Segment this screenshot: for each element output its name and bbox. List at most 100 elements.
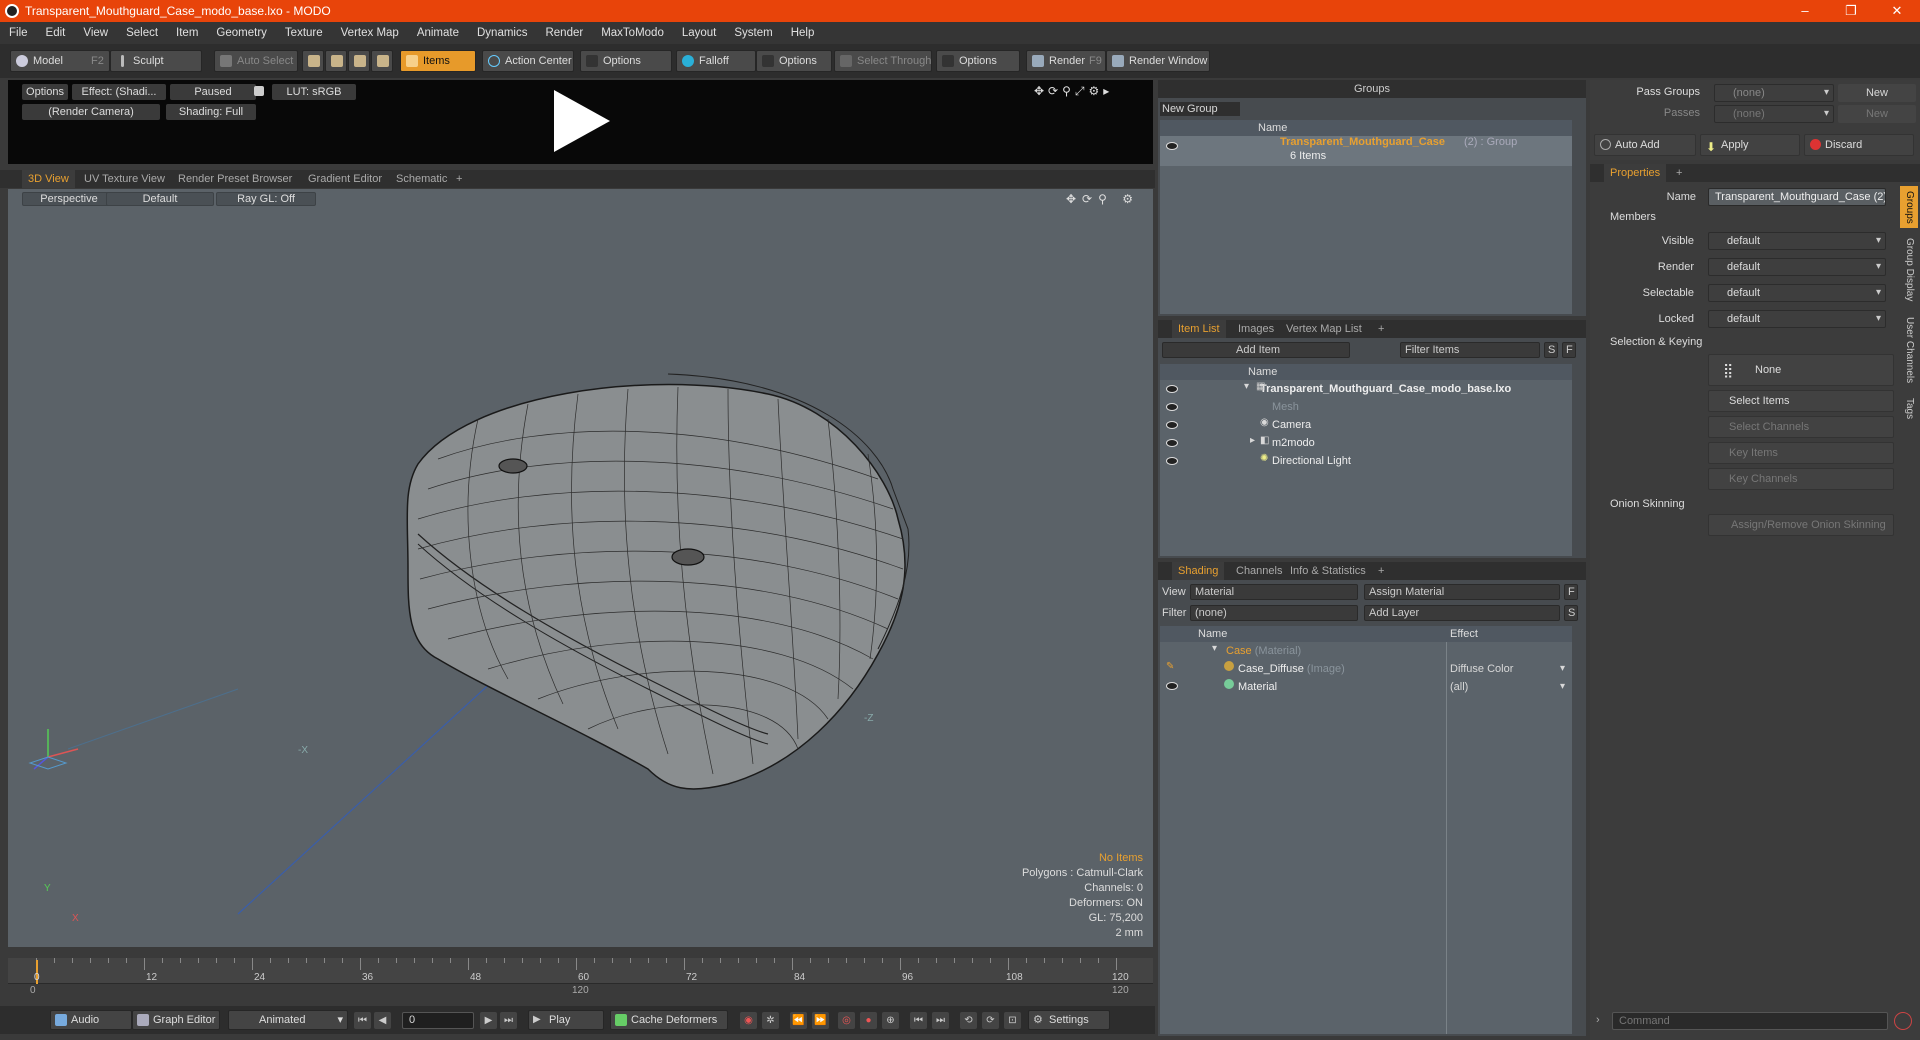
close-button[interactable]: ✕ (1874, 0, 1920, 22)
menu-animate[interactable]: Animate (408, 27, 468, 39)
apply-button[interactable]: ⬇ Apply (1700, 134, 1800, 156)
add-layer-dropdown[interactable]: Add Layer (1364, 605, 1560, 621)
eye-icon[interactable] (1166, 385, 1178, 393)
add-tab-button[interactable]: + (450, 170, 468, 188)
goto-start-icon[interactable]: ⏮ (354, 1012, 371, 1029)
goto-end-icon[interactable]: ⏭ (500, 1012, 517, 1029)
falloff-options-button[interactable]: Options (756, 50, 832, 72)
tab-render-preset-browser[interactable]: Render Preset Browser (172, 170, 298, 188)
key-prev-icon[interactable]: ⏮ (910, 1012, 927, 1029)
graph-editor-button[interactable]: Graph Editor (132, 1010, 220, 1030)
passes-dropdown[interactable]: (none) (1714, 105, 1834, 123)
add-tab-button[interactable]: + (1372, 320, 1390, 338)
items-mode-button[interactable]: Items (400, 50, 476, 72)
eye-icon[interactable] (1166, 439, 1178, 447)
eye-icon[interactable] (1166, 403, 1178, 411)
hud-paused-button[interactable]: Paused (170, 84, 256, 100)
materials-mode-button[interactable] (371, 50, 393, 72)
record-key-icon[interactable]: ◉ (740, 1012, 757, 1029)
stop-icon[interactable] (1894, 1012, 1912, 1030)
edges-mode-button[interactable] (325, 50, 347, 72)
menu-layout[interactable]: Layout (673, 27, 726, 39)
tab-3d-view[interactable]: 3D View (22, 170, 75, 188)
tab-vertex-map-list[interactable]: Vertex Map List (1280, 320, 1368, 338)
locked-dropdown[interactable]: default (1708, 310, 1886, 328)
hud-lut-button[interactable]: LUT: sRGB (272, 84, 356, 100)
visible-dropdown[interactable]: default (1708, 232, 1886, 250)
side-tab-groups[interactable]: Groups (1900, 186, 1918, 228)
prev-key-icon[interactable]: ◀ (374, 1012, 391, 1029)
auto-select-button[interactable]: Auto Select (214, 50, 298, 72)
cache-deformers-button[interactable]: Cache Deformers (610, 1010, 728, 1030)
bounce-icon[interactable]: ⟳ (982, 1012, 999, 1029)
menu-render[interactable]: Render (536, 27, 592, 39)
select-through-options-button[interactable]: Options (936, 50, 1020, 72)
menu-vertex-map[interactable]: Vertex Map (332, 27, 408, 39)
action-center-button[interactable]: Action Center (482, 50, 574, 72)
vertices-mode-button[interactable] (302, 50, 324, 72)
menu-file[interactable]: File (0, 27, 37, 39)
filter-s-button[interactable]: S (1544, 342, 1558, 358)
hud-effect-button[interactable]: Effect: (Shadi... (72, 84, 166, 100)
tab-images[interactable]: Images (1232, 320, 1280, 338)
expand-icon[interactable]: ▾ (1244, 381, 1249, 392)
selectable-dropdown[interactable]: default (1708, 284, 1886, 302)
filter-f-button[interactable]: F (1562, 342, 1576, 358)
menu-item[interactable]: Item (167, 27, 207, 39)
side-tab-group-display[interactable]: Group Display (1900, 232, 1918, 308)
range-icon[interactable]: ⊡ (1004, 1012, 1021, 1029)
expand-icon[interactable]: ▾ (1212, 643, 1217, 654)
filter-items-input[interactable]: Filter Items (1400, 342, 1540, 358)
discard-button[interactable]: Discard (1804, 134, 1914, 156)
settings-button[interactable]: ⚙ Settings (1028, 1010, 1110, 1030)
eye-icon[interactable] (1166, 457, 1178, 465)
shading-f-button[interactable]: F (1564, 584, 1578, 600)
select-channels-button[interactable]: Select Channels (1708, 416, 1894, 438)
diffuse-effect[interactable]: Diffuse Color (1450, 660, 1513, 678)
shader-row-case[interactable]: Case (Material) (1160, 642, 1572, 660)
new-pass-button[interactable]: New (1838, 105, 1916, 123)
chevron-down-icon[interactable]: ▾ (1560, 678, 1565, 696)
menu-dynamics[interactable]: Dynamics (468, 27, 536, 39)
shader-row-material[interactable]: Material (1160, 678, 1572, 696)
tab-uv-texture-view[interactable]: UV Texture View (78, 170, 171, 188)
menu-edit[interactable]: Edit (37, 27, 75, 39)
loop-icon[interactable]: ⟲ (960, 1012, 977, 1029)
play-button[interactable]: ▶ Play (528, 1010, 604, 1030)
none-button[interactable]: ⣿ None (1708, 354, 1894, 386)
tree-row-m2modo[interactable]: m2modo (1160, 434, 1572, 452)
minimize-button[interactable]: – (1782, 0, 1828, 22)
add-tab-button[interactable]: + (1372, 562, 1390, 580)
audio-button[interactable]: Audio (50, 1010, 132, 1030)
timeline[interactable]: 0 12 24 36 48 60 72 84 96 108 120 0 120 … (8, 958, 1153, 1000)
members-section[interactable]: Members (1610, 211, 1656, 223)
tab-info-statistics[interactable]: Info & Statistics (1284, 562, 1372, 580)
collapse-icon[interactable]: ▸ (1250, 435, 1255, 446)
render-button[interactable]: Render F9 (1026, 50, 1106, 72)
group-name[interactable]: Transparent_Mouthguard_Case (1280, 136, 1445, 148)
brush-icon[interactable]: ✎ (1166, 661, 1174, 672)
tree-row-scene[interactable]: Transparent_Mouthguard_Case_modo_base.lx… (1160, 380, 1572, 398)
key-items-button[interactable]: Key Items (1708, 442, 1894, 464)
menu-select[interactable]: Select (117, 27, 167, 39)
group-name-field[interactable]: Transparent_Mouthguard_Case (2) (1708, 188, 1886, 206)
add-tab-button[interactable]: + (1670, 164, 1688, 182)
key-options-icon[interactable]: ⊕ (882, 1012, 899, 1029)
filter-dropdown[interactable]: (none) (1190, 605, 1358, 621)
key-channel-icon[interactable]: ◎ (838, 1012, 855, 1029)
menu-view[interactable]: View (74, 27, 117, 39)
tab-channels[interactable]: Channels (1230, 562, 1288, 580)
sculpt-mode-button[interactable]: Sculpt (110, 50, 202, 72)
eye-icon[interactable] (1166, 682, 1178, 690)
3d-viewport[interactable]: Perspective Default Ray GL: Off ✥⟳⚲ ⚙ -X… (8, 189, 1153, 947)
new-group-button[interactable]: New Group (1160, 102, 1240, 116)
pass-groups-dropdown[interactable]: (none) (1714, 84, 1834, 102)
key-channels-button[interactable]: Key Channels (1708, 468, 1894, 490)
tab-gradient-editor[interactable]: Gradient Editor (302, 170, 388, 188)
play-icon[interactable] (546, 86, 616, 156)
select-through-button[interactable]: Select Through (834, 50, 932, 72)
shading-s-button[interactable]: S (1564, 605, 1578, 621)
assign-material-input[interactable]: Assign Material (1364, 584, 1560, 600)
maximize-button[interactable]: ❐ (1828, 0, 1874, 22)
auto-key-icon[interactable]: ✲ (762, 1012, 779, 1029)
